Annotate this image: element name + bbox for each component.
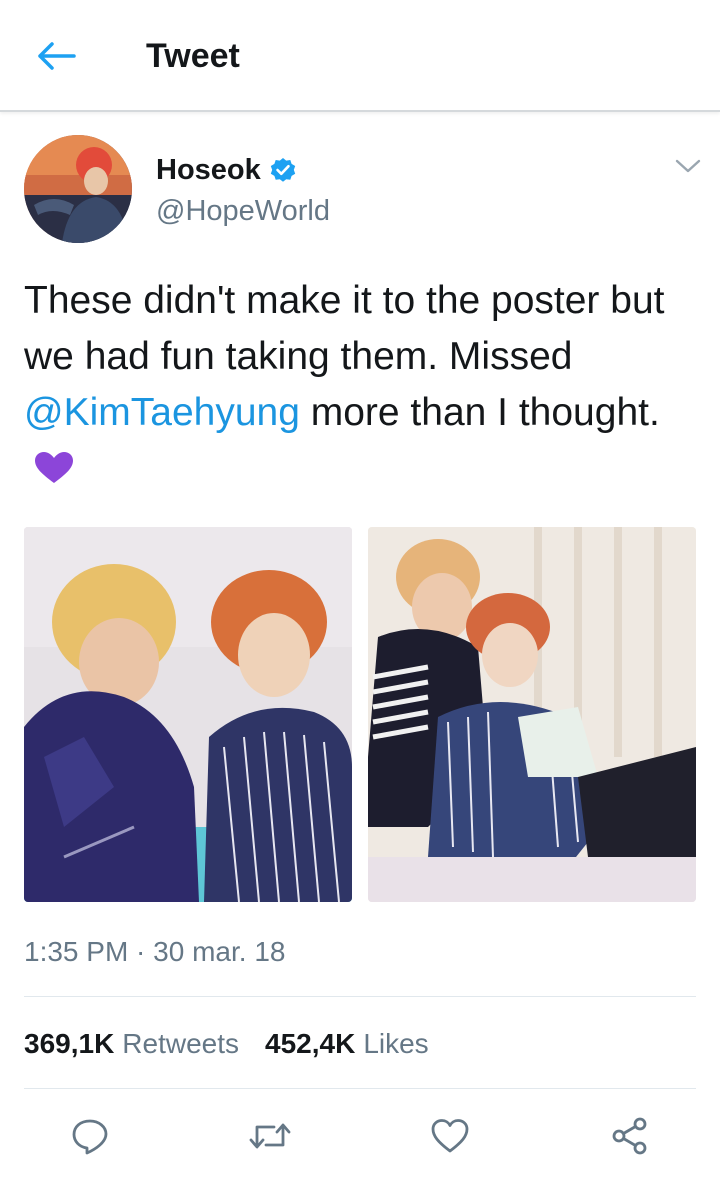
reply-icon [72, 1119, 108, 1155]
author-name-row[interactable]: Hoseok [156, 152, 297, 188]
avatar-image [24, 135, 132, 243]
page-title: Tweet [146, 37, 240, 75]
heart-icon [431, 1119, 469, 1153]
mention-link[interactable]: @KimTaehyung [24, 391, 300, 434]
tweet-text-part2: more than I thought. [299, 391, 660, 434]
divider [24, 1088, 696, 1089]
likes-stat[interactable]: 452,4K Likes [265, 1026, 429, 1062]
tweet-timestamp[interactable]: 1:35 PM · 30 mar. 18 [24, 934, 285, 970]
photo-1-image [24, 527, 352, 902]
tweet-photo-2[interactable] [368, 527, 696, 902]
more-options-button[interactable] [668, 150, 708, 182]
like-button[interactable] [426, 1112, 474, 1160]
retweets-stat[interactable]: 369,1K Retweets [24, 1026, 239, 1062]
display-name[interactable]: Hoseok [156, 152, 261, 188]
tweet-text-part1: These didn't make it to the poster but w… [24, 279, 665, 378]
tweet-photo-1[interactable] [24, 527, 352, 902]
back-button[interactable] [30, 34, 82, 78]
retweet-button[interactable] [246, 1112, 294, 1160]
reply-button[interactable] [66, 1112, 114, 1160]
photo-2-image [368, 527, 696, 902]
verified-badge-icon [269, 156, 297, 184]
tweet-stats: 369,1K Retweets 452,4K Likes [24, 1024, 429, 1064]
purple-heart-icon [34, 445, 74, 501]
arrow-left-icon [38, 42, 76, 70]
share-icon [612, 1117, 647, 1155]
chevron-down-icon [675, 159, 701, 173]
divider [24, 996, 696, 997]
app-header: Tweet [0, 0, 720, 112]
author-handle[interactable]: @HopeWorld [156, 194, 330, 228]
retweet-icon [249, 1123, 291, 1149]
likes-label: Likes [363, 1028, 429, 1059]
retweets-count: 369,1K [24, 1028, 115, 1059]
avatar[interactable] [24, 135, 132, 243]
likes-count: 452,4K [265, 1028, 356, 1059]
share-button[interactable] [606, 1112, 654, 1160]
tweet-text: These didn't make it to the poster but w… [24, 273, 704, 501]
retweets-label: Retweets [122, 1028, 240, 1059]
